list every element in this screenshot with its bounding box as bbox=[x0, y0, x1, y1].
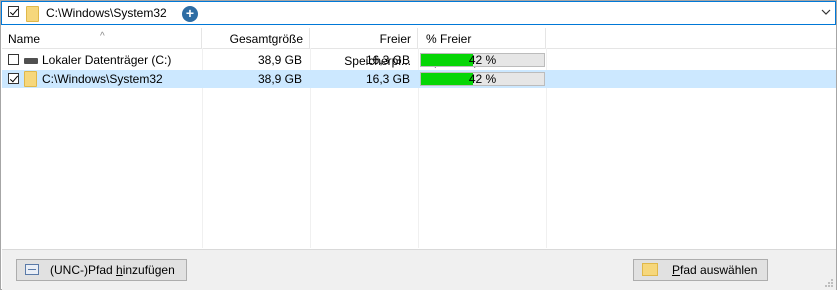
list-row-drive[interactable]: Lokaler Datenträger (C:) 38,9 GB 16,3 GB… bbox=[2, 51, 836, 69]
row-name: Lokaler Datenträger (C:) bbox=[42, 53, 172, 67]
folder-icon bbox=[24, 71, 37, 87]
row-checkbox[interactable] bbox=[8, 73, 19, 84]
path-checkbox[interactable] bbox=[8, 6, 19, 17]
row-total-size: 38,9 GB bbox=[257, 53, 302, 67]
percent-free-label: 42 % bbox=[468, 53, 497, 67]
row-free-space: 16,3 GB bbox=[365, 72, 410, 86]
dropdown-button[interactable] bbox=[816, 2, 835, 24]
plus-circle-icon[interactable]: + bbox=[182, 6, 198, 22]
row-free-space: 16,3 GB bbox=[365, 53, 410, 67]
column-total-size[interactable]: Gesamtgröße bbox=[202, 28, 310, 48]
path-combobox[interactable]: C:\Windows\System32 + bbox=[1, 1, 836, 25]
path-text: C:\Windows\System32 bbox=[46, 6, 167, 20]
window-frame: C:\Windows\System32 + Name ^ Gesamtgröße… bbox=[0, 0, 837, 290]
resize-grip-icon[interactable] bbox=[824, 278, 834, 288]
percent-free-bar: 42 % bbox=[420, 72, 545, 86]
bottom-panel: (UNC-)Pfad hinzufügen Pfad auswählen bbox=[2, 249, 836, 290]
row-name: C:\Windows\System32 bbox=[42, 72, 163, 86]
folder-icon bbox=[26, 6, 39, 22]
list-row-folder[interactable]: C:\Windows\System32 38,9 GB 16,3 GB 42 % bbox=[2, 70, 836, 88]
drive-icon bbox=[24, 58, 38, 64]
column-header: Name ^ Gesamtgröße Freier Speicherpl... … bbox=[2, 28, 836, 68]
row-checkbox[interactable] bbox=[8, 54, 19, 65]
percent-free-label: 42 % bbox=[468, 72, 497, 86]
folder-icon bbox=[642, 263, 658, 276]
choose-path-button[interactable]: Pfad auswählen bbox=[633, 259, 768, 281]
column-name-label: Name bbox=[8, 32, 41, 46]
chevron-down-icon bbox=[821, 9, 831, 15]
sort-ascending-icon: ^ bbox=[100, 31, 105, 42]
add-unc-path-button[interactable]: (UNC-)Pfad hinzufügen bbox=[16, 259, 187, 281]
network-path-icon bbox=[25, 264, 39, 275]
choose-path-label: Pfad auswählen bbox=[672, 263, 758, 277]
column-percent-free[interactable]: % Freier Speicherplatz bbox=[418, 28, 546, 68]
add-unc-path-label: (UNC-)Pfad hinzufügen bbox=[50, 263, 175, 277]
percent-free-bar: 42 % bbox=[420, 53, 545, 67]
column-total-size-label: Gesamtgröße bbox=[229, 32, 303, 46]
column-free-space[interactable]: Freier Speicherpl... bbox=[310, 28, 418, 68]
column-name[interactable]: Name ^ bbox=[2, 28, 202, 48]
row-total-size: 38,9 GB bbox=[257, 72, 302, 86]
